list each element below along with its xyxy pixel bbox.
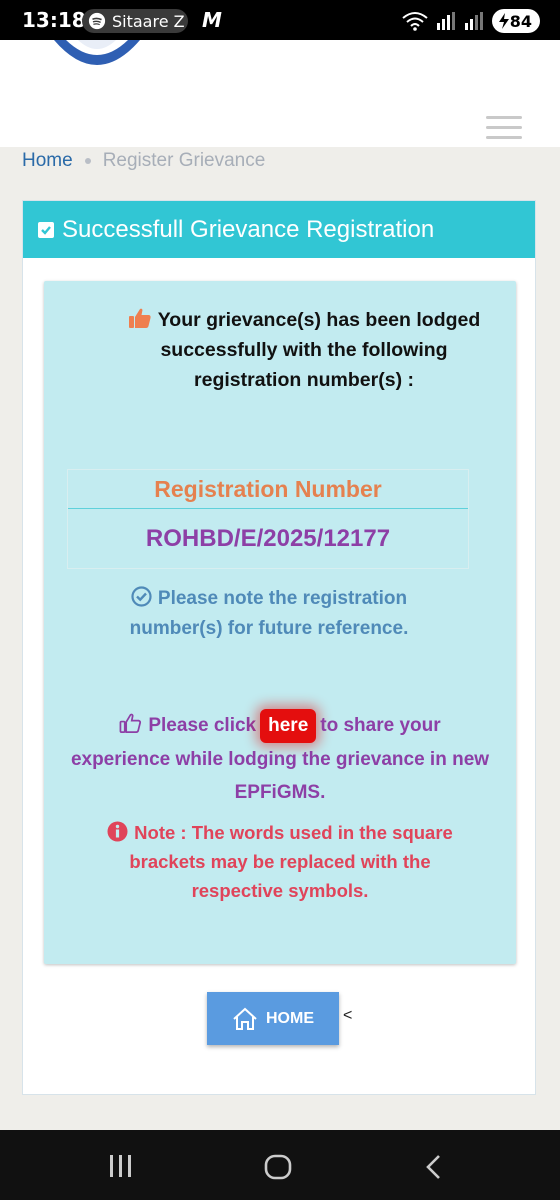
card-header: Successfull Grievance Registration [23, 201, 535, 258]
status-bar: 13:18 Sitaare Z M 84 [0, 0, 560, 40]
reference-note: Please note the registration number(s) f… [129, 586, 409, 639]
registration-number: ROHBD/E/2025/12177 [145, 525, 391, 552]
battery-indicator: 84 [491, 9, 540, 33]
breadcrumb-separator [84, 158, 91, 164]
registration-table: Registration Number ROHBD/E/2025/12177 [67, 469, 469, 569]
battery-icon [498, 13, 509, 29]
here-link-button[interactable]: here [260, 709, 317, 743]
registration-header: Registration Number [68, 470, 468, 509]
site-logo [54, 40, 140, 65]
recent-apps-icon[interactable] [108, 1154, 134, 1178]
card-title: Successfull Grievance Registration [62, 215, 435, 243]
nav-home-icon[interactable] [264, 1154, 292, 1180]
thumbs-up-outline-icon [119, 713, 142, 733]
grievance-success-card: Successfull Grievance Registration Your … [22, 200, 536, 1095]
signal-icon [464, 12, 483, 30]
success-message: Your grievance(s) has been lodged succes… [114, 305, 494, 395]
signal-icon [436, 12, 455, 30]
app-notification-letter: M [202, 8, 222, 32]
system-nav-bar [0, 1130, 560, 1200]
info-icon [107, 821, 128, 842]
wifi-icon [402, 12, 428, 31]
success-panel: Your grievance(s) has been lodged succes… [44, 281, 516, 964]
spotify-icon [88, 12, 106, 30]
media-pill[interactable]: Sitaare Z [82, 9, 188, 33]
check-circle-icon [131, 586, 152, 607]
breadcrumb: Home Register Grievance [22, 150, 265, 172]
home-icon [233, 1007, 257, 1030]
trailing-mark: < [343, 1007, 353, 1024]
breadcrumb-home-link[interactable]: Home [22, 150, 73, 172]
home-button-label: HOME [266, 1009, 314, 1027]
home-button[interactable]: HOME [207, 992, 339, 1045]
share-experience: Please click here to share your experience… [70, 709, 490, 809]
breadcrumb-current: Register Grievance [102, 150, 266, 171]
checkbox-icon [38, 221, 54, 238]
status-right: 84 [402, 9, 540, 33]
status-time: 13:18 [22, 8, 86, 32]
battery-level: 84 [509, 11, 532, 31]
symbols-note: Note : The words used in the square brac… [84, 818, 476, 905]
nav-back-icon[interactable] [424, 1154, 444, 1180]
thumbs-up-icon [128, 308, 151, 328]
site-header [0, 40, 560, 147]
menu-icon[interactable] [486, 116, 522, 142]
media-label: Sitaare Z [112, 11, 185, 31]
